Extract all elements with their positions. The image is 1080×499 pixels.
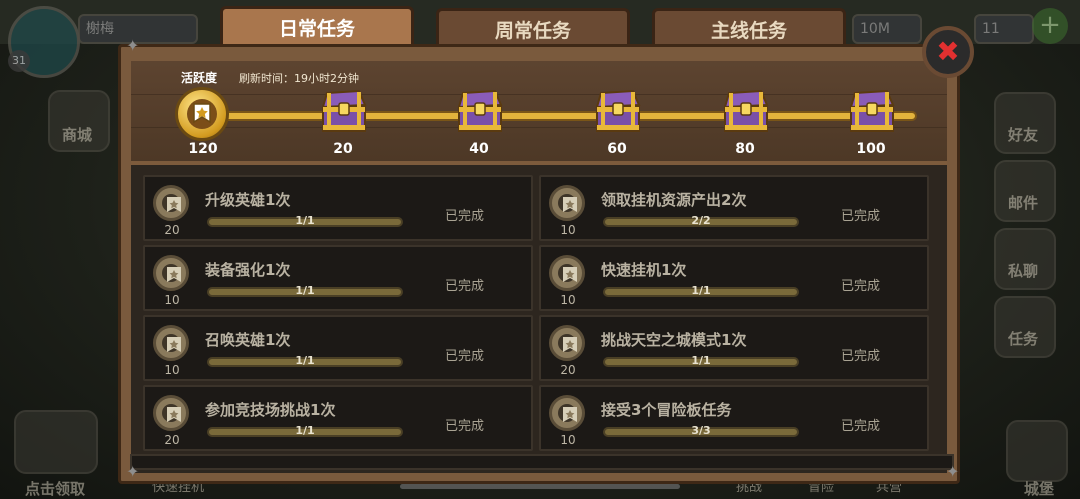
- task-board-inner: 活跃度 刷新时间：19小时2分钟 120 20 40 60 80 100 20 升级英雄1…: [131, 61, 947, 473]
- task-name: 参加竞技场挑战1次: [205, 401, 336, 419]
- shop-label: 商城: [61, 126, 92, 144]
- tab-weekly-tasks[interactable]: 周常任务: [436, 8, 630, 46]
- task-status: 已完成: [445, 349, 485, 364]
- scrollbar[interactable]: [400, 484, 680, 489]
- task-name: 升级英雄1次: [205, 191, 291, 209]
- task-card: 20 升级英雄1次 1/1 已完成: [143, 175, 533, 241]
- task-medal-icon: [153, 185, 189, 221]
- tab-main-tasks[interactable]: 主线任务: [652, 8, 846, 46]
- task-medal-icon: [153, 255, 189, 291]
- gem-counter: 11: [974, 14, 1034, 44]
- task-progress-text: 1/1: [691, 354, 711, 367]
- task-status: 已完成: [445, 279, 485, 294]
- task-card: 10 领取挂机资源产出2次 2/2 已完成: [539, 175, 929, 241]
- task-progress-text: 2/2: [691, 214, 711, 227]
- task-status: 已完成: [445, 209, 485, 224]
- task-points: 20: [164, 223, 180, 237]
- mail-label: 邮件: [1007, 194, 1038, 212]
- task-medal-icon: [549, 255, 585, 291]
- partial-task-row: [130, 454, 954, 470]
- task-progress-text: 1/1: [691, 284, 711, 297]
- tasks-label: 任务: [1007, 330, 1038, 348]
- task-progress-text: 1/1: [295, 354, 315, 367]
- task-medal-icon: [153, 325, 189, 361]
- reward-chest-icon[interactable]: [719, 87, 771, 135]
- castle-button[interactable]: [1006, 420, 1068, 482]
- task-card: 10 快速挂机1次 1/1 已完成: [539, 245, 929, 311]
- activity-progress-bar: [201, 111, 917, 121]
- task-status: 已完成: [841, 419, 881, 434]
- activity-label: 活跃度: [181, 71, 218, 85]
- castle-label: 城堡: [1023, 480, 1054, 498]
- task-card: 10 召唤英雄1次 1/1 已完成: [143, 315, 533, 381]
- task-progress-text: 1/1: [295, 424, 315, 437]
- claim-chest-button[interactable]: [14, 410, 98, 474]
- close-button[interactable]: ✖: [922, 26, 974, 78]
- nail-icon: ✦: [126, 36, 140, 55]
- task-medal-icon: [153, 395, 189, 431]
- reward-chest-icon[interactable]: [845, 87, 897, 135]
- friends-label: 好友: [1007, 126, 1038, 144]
- task-medal-icon: [549, 325, 585, 361]
- chat-label: 私聊: [1007, 262, 1038, 280]
- add-gems-button[interactable]: +: [1032, 8, 1068, 44]
- task-points: 10: [560, 223, 576, 237]
- player-level: 31: [8, 50, 30, 72]
- task-progress-text: 3/3: [691, 424, 711, 437]
- task-points: 10: [560, 293, 576, 307]
- task-name: 快速挂机1次: [601, 261, 687, 279]
- task-points: 20: [164, 433, 180, 447]
- milestone-value: 80: [735, 141, 755, 157]
- refresh-timer: 刷新时间：19小时2分钟: [239, 72, 359, 85]
- task-name: 领取挂机资源产出2次: [601, 191, 747, 209]
- reward-chest-icon[interactable]: [317, 87, 369, 135]
- task-board: 活跃度 刷新时间：19小时2分钟 120 20 40 60 80 100 20 升级英雄1…: [118, 44, 960, 484]
- plank-line: [131, 127, 947, 128]
- task-points: 10: [560, 433, 576, 447]
- task-medal-icon: [549, 395, 585, 431]
- task-name: 召唤英雄1次: [205, 331, 291, 349]
- task-progress-text: 1/1: [295, 214, 315, 227]
- nail-icon: ✦: [946, 462, 960, 481]
- task-card: 20 参加竞技场挑战1次 1/1 已完成: [143, 385, 533, 451]
- task-status: 已完成: [841, 209, 881, 224]
- task-name: 接受3个冒险板任务: [601, 401, 732, 419]
- task-card: 10 接受3个冒险板任务 3/3 已完成: [539, 385, 929, 451]
- task-status: 已完成: [445, 419, 485, 434]
- task-status: 已完成: [841, 279, 881, 294]
- activity-medal-icon: [175, 87, 229, 141]
- activity-header: 活跃度 刷新时间：19小时2分钟 120 20 40 60 80 100: [131, 61, 947, 165]
- nail-icon: ✦: [126, 462, 140, 481]
- task-card: 10 装备强化1次 1/1 已完成: [143, 245, 533, 311]
- milestone-value: 60: [607, 141, 627, 157]
- task-status: 已完成: [841, 349, 881, 364]
- milestone-value: 100: [856, 141, 886, 157]
- task-name: 装备强化1次: [205, 261, 291, 279]
- milestone-value: 20: [333, 141, 353, 157]
- plank-line: [131, 94, 947, 95]
- activity-points: 120: [188, 141, 218, 157]
- resource-counter: 10M: [852, 14, 922, 44]
- claim-label: 点击领取: [24, 480, 85, 498]
- task-points: 10: [164, 293, 180, 307]
- task-name: 挑战天空之城模式1次: [601, 331, 747, 349]
- milestone-value: 40: [469, 141, 489, 157]
- task-progress-text: 1/1: [295, 284, 315, 297]
- reward-chest-icon[interactable]: [591, 87, 643, 135]
- task-card: 20 挑战天空之城模式1次 1/1 已完成: [539, 315, 929, 381]
- reward-chest-icon[interactable]: [453, 87, 505, 135]
- task-points: 10: [164, 363, 180, 377]
- task-points: 20: [560, 363, 576, 377]
- tab-daily-tasks[interactable]: 日常任务: [220, 6, 414, 46]
- task-medal-icon: [549, 185, 585, 221]
